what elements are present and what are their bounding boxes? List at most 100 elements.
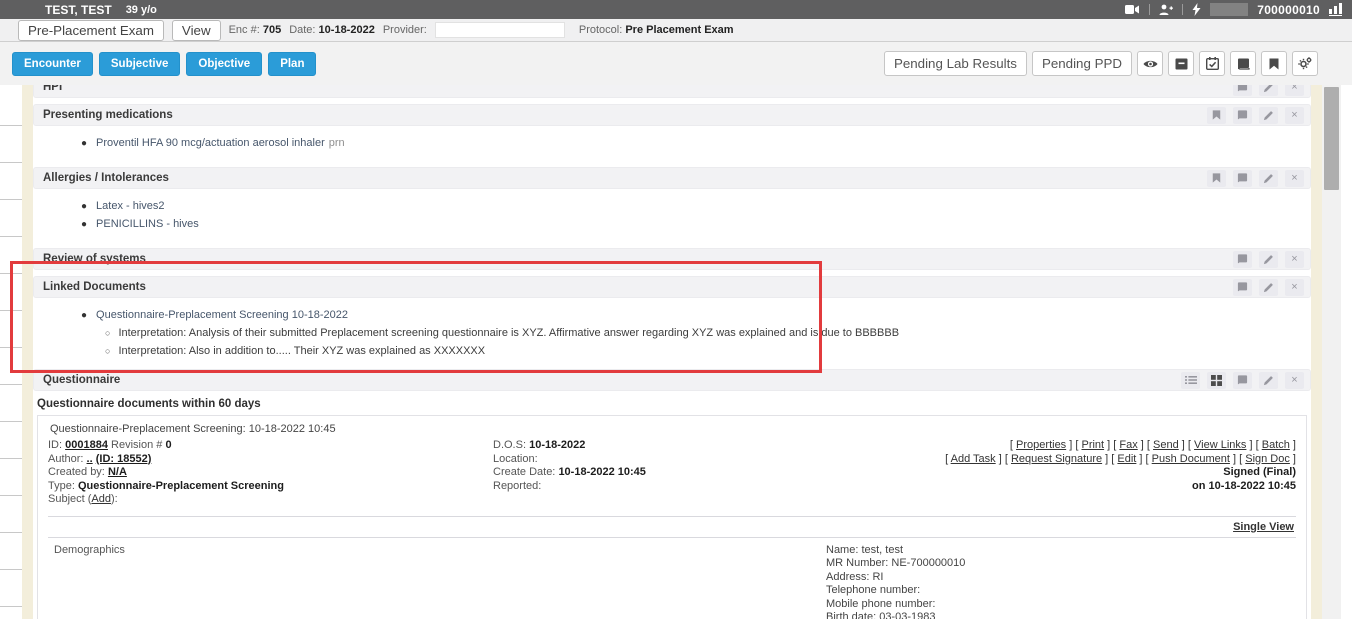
section-header[interactable]: Presenting medications × [33, 104, 1311, 126]
interpretation-item: ○ Interpretation: Analysis of their subm… [33, 324, 1311, 342]
section-header[interactable]: Linked Documents × [33, 276, 1311, 298]
demo-mr-number: MR Number: NE-700000010 [826, 557, 1296, 571]
tab-subjective[interactable]: Subjective [99, 52, 181, 76]
print-link[interactable]: Print [1081, 439, 1104, 451]
provider-input[interactable] [435, 22, 565, 38]
add-person-icon[interactable] [1159, 4, 1173, 16]
scrollbar-thumb[interactable] [1324, 87, 1339, 190]
demo-telephone: Telephone number: [826, 584, 1296, 598]
patient-age: 39 y/o [126, 4, 157, 16]
bar-chart-icon[interactable] [1329, 3, 1342, 16]
book-icon[interactable] [1233, 251, 1252, 268]
book-icon[interactable] [1233, 279, 1252, 296]
linked-document-item[interactable]: ● Questionnaire-Preplacement Screening 1… [33, 306, 1311, 324]
section-hpi-clipped: HPI × [33, 85, 1311, 98]
sign-doc-link[interactable]: Sign Doc [1245, 453, 1290, 465]
enc-date: Date: 10-18-2022 [289, 24, 375, 36]
provider-label: Provider: [383, 24, 427, 36]
bookmark-icon[interactable] [1207, 170, 1226, 187]
demo-mobile: Mobile phone number: [826, 598, 1296, 612]
section-presenting-medications: Presenting medications × ● Proventil HFA… [33, 104, 1311, 161]
right-margin-strip [1311, 85, 1322, 619]
pencil-icon[interactable] [1259, 107, 1278, 124]
section-title: Linked Documents [43, 281, 146, 293]
document-title: Questionnaire-Preplacement Screening: 10… [48, 421, 1296, 438]
close-icon[interactable]: × [1285, 372, 1304, 389]
created-by-link[interactable]: N/A [108, 466, 127, 478]
close-icon[interactable]: × [1285, 107, 1304, 124]
lightning-icon[interactable] [1192, 3, 1201, 16]
edit-link[interactable]: Edit [1117, 453, 1136, 465]
document-actions: Properties Print Fax Send View Links Batch Ad… [876, 439, 1296, 493]
pre-placement-exam-button[interactable]: Pre-Placement Exam [18, 20, 164, 41]
divider [1182, 4, 1183, 15]
section-header[interactable]: Allergies / Intolerances × [33, 167, 1311, 189]
subject-add-link[interactable]: Add [91, 493, 111, 505]
add-task-link[interactable]: Add Task [951, 453, 996, 465]
video-camera-icon[interactable] [1125, 4, 1140, 15]
section-title: Allergies / Intolerances [43, 172, 169, 184]
document-id-link[interactable]: 0001884 [65, 439, 108, 451]
gears-icon[interactable] [1292, 51, 1318, 76]
close-icon[interactable]: × [1285, 279, 1304, 296]
grid-view-icon[interactable] [1207, 372, 1226, 389]
note-content: HPI × Presenting medications [33, 85, 1311, 619]
batch-link[interactable]: Batch [1262, 439, 1290, 451]
allergy-item[interactable]: ● Latex - hives2 [33, 197, 1311, 215]
single-view-link[interactable]: Single View [1233, 521, 1294, 533]
medication-item[interactable]: ● Proventil HFA 90 mcg/actuation aerosol… [33, 134, 1311, 152]
section-title: Questionnaire [43, 374, 120, 386]
pending-ppd-button[interactable]: Pending PPD [1032, 51, 1132, 76]
pending-lab-results-button[interactable]: Pending Lab Results [884, 51, 1027, 76]
fax-link[interactable]: Fax [1119, 439, 1137, 451]
patient-name: TEST, TEST [45, 3, 112, 17]
calendar-check-icon[interactable] [1199, 51, 1225, 76]
encounter-bar: Pre-Placement Exam View Enc #: 705 Date:… [0, 19, 1352, 42]
send-link[interactable]: Send [1153, 439, 1179, 451]
bookmark-icon[interactable] [1261, 51, 1287, 76]
pencil-icon[interactable] [1259, 251, 1278, 268]
section-header[interactable]: Review of systems × [33, 248, 1311, 270]
push-document-link[interactable]: Push Document [1152, 453, 1230, 465]
demographics-label: Demographics [48, 544, 125, 558]
section-header[interactable]: Questionnaire × [33, 369, 1311, 391]
pencil-icon[interactable] [1259, 85, 1278, 96]
protocol: Protocol: Pre Placement Exam [579, 24, 734, 36]
scrollbar-track[interactable] [1322, 85, 1341, 619]
nav-toolbar: Encounter Subjective Objective Plan Pend… [0, 42, 1352, 85]
close-icon[interactable]: × [1285, 251, 1304, 268]
eye-icon[interactable] [1137, 51, 1163, 76]
patient-id: 700000010 [1257, 3, 1320, 17]
view-button[interactable]: View [172, 20, 221, 41]
list-view-icon[interactable] [1181, 372, 1200, 389]
section-review-of-systems: Review of systems × [33, 248, 1311, 270]
divider [1149, 4, 1150, 15]
pencil-icon[interactable] [1259, 372, 1278, 389]
close-icon[interactable]: × [1285, 85, 1304, 96]
section-questionnaire: Questionnaire × Questionnaire documents … [33, 369, 1311, 619]
section-header-hpi[interactable]: HPI × [33, 85, 1311, 98]
author-link[interactable]: .. [87, 453, 93, 465]
book-icon[interactable] [1233, 372, 1252, 389]
quick-search-box[interactable] [1210, 3, 1248, 16]
book-icon[interactable] [1233, 85, 1252, 96]
pencil-icon[interactable] [1259, 170, 1278, 187]
close-icon[interactable]: × [1285, 170, 1304, 187]
questionnaire-document-panel: Questionnaire-Preplacement Screening: 10… [37, 415, 1307, 619]
tab-encounter[interactable]: Encounter [12, 52, 93, 76]
document-fields-left: ID: 0001884 Revision # 0 Author: .. (ID:… [48, 439, 493, 507]
request-signature-link[interactable]: Request Signature [1011, 453, 1102, 465]
book-icon[interactable] [1233, 170, 1252, 187]
properties-link[interactable]: Properties [1016, 439, 1066, 451]
view-links-link[interactable]: View Links [1194, 439, 1246, 451]
book-icon[interactable] [1233, 107, 1252, 124]
tab-objective[interactable]: Objective [186, 52, 262, 76]
bookmark-icon[interactable] [1207, 107, 1226, 124]
tab-plan[interactable]: Plan [268, 52, 316, 76]
pencil-icon[interactable] [1259, 279, 1278, 296]
demo-address: Address: RI [826, 571, 1296, 585]
archive-box-icon[interactable] [1168, 51, 1194, 76]
book-icon[interactable] [1230, 51, 1256, 76]
author-id-link[interactable]: (ID: 18552) [96, 453, 152, 465]
allergy-item[interactable]: ● PENICILLINS - hives [33, 215, 1311, 233]
